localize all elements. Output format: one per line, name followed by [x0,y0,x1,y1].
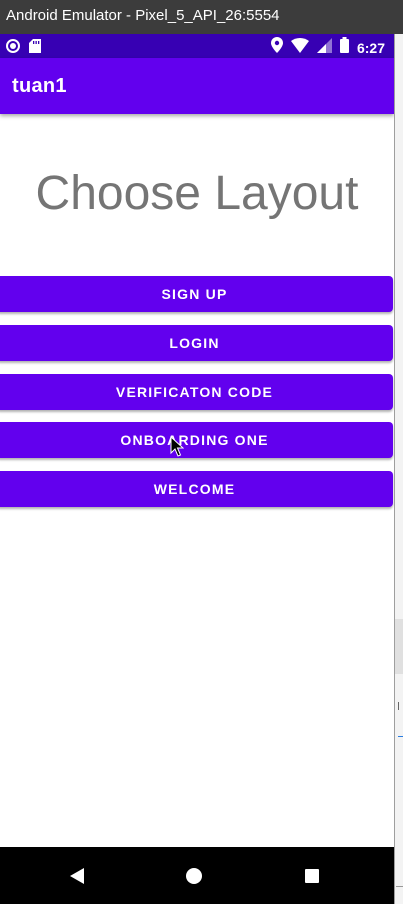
emulator-window-title: Android Emulator - Pixel_5_API_26:5554 [0,0,403,34]
location-icon [270,37,283,58]
onboarding-one-button[interactable]: ONBOARDING ONE [0,422,393,458]
home-icon[interactable] [181,863,207,889]
mouse-cursor-icon [170,435,185,463]
sign-up-button[interactable]: SIGN UP [0,276,393,312]
battery-icon [339,37,349,58]
back-icon[interactable] [64,863,90,889]
recents-icon[interactable] [299,863,325,889]
status-bar: 6:27 [0,34,394,58]
page-title: Choose Layout [35,167,359,220]
record-icon [6,39,20,58]
host-window-edge [394,34,403,904]
device-screen: 6:27 tuan1 Choose Layout SIGN UP LOGIN V… [0,34,394,904]
welcome-button[interactable]: WELCOME [0,471,393,507]
app-title: tuan1 [12,75,67,97]
login-button[interactable]: LOGIN [0,325,393,361]
sd-card-icon [29,39,41,58]
status-time: 6:27 [356,39,385,56]
signal-icon [316,37,332,58]
verification-code-button[interactable]: VERIFICATON CODE [0,374,393,410]
navigation-bar [0,847,394,904]
app-bar: tuan1 [0,58,394,114]
wifi-icon [290,37,309,58]
